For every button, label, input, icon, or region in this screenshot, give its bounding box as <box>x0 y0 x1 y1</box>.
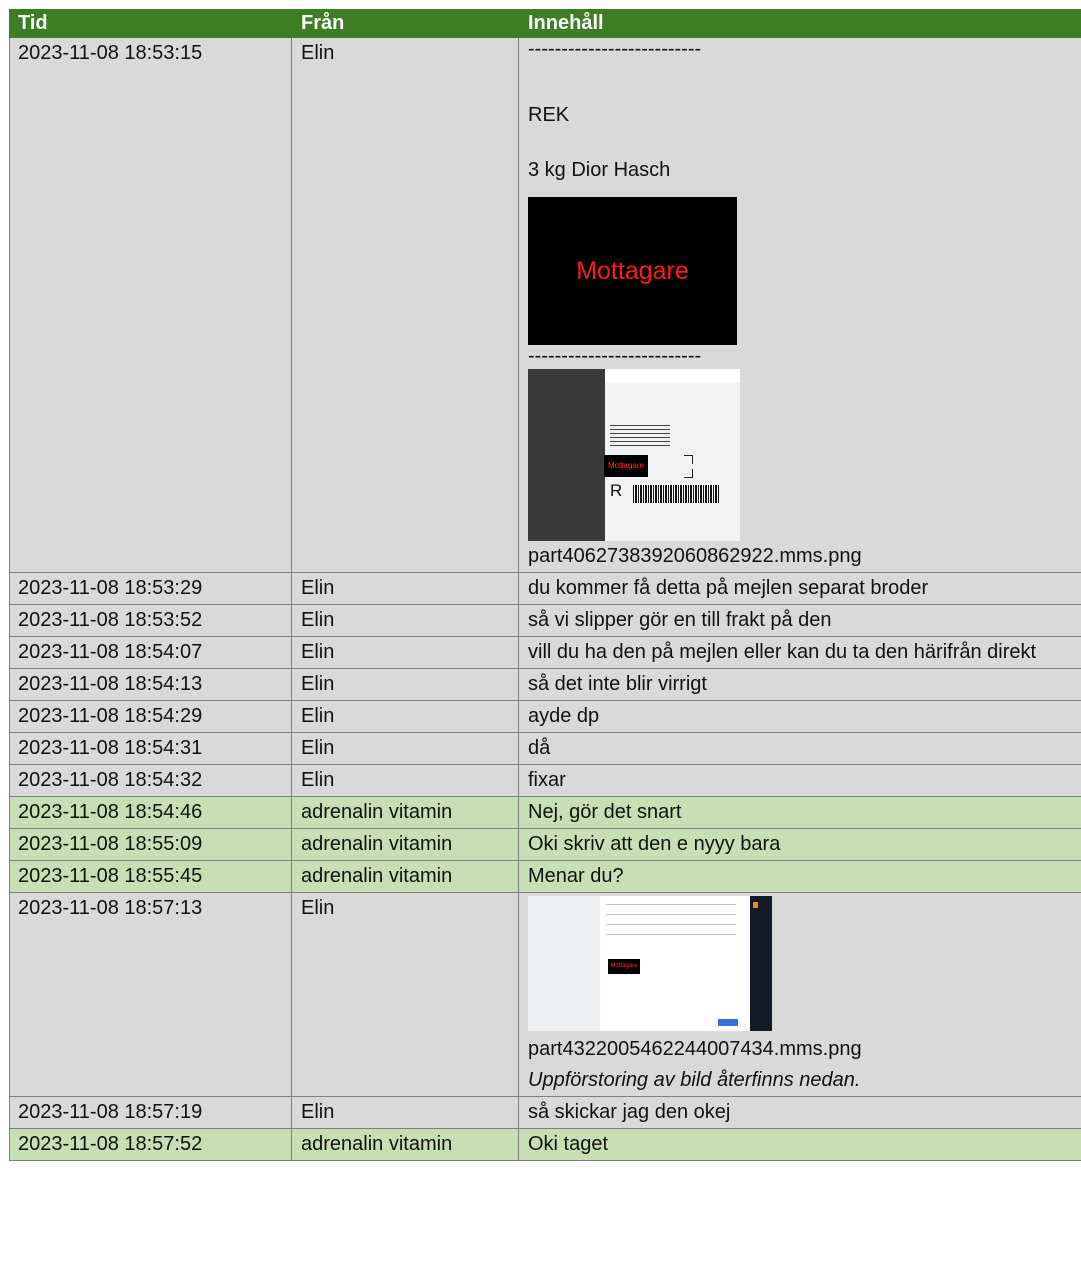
header-time: Tid <box>9 9 292 38</box>
recipient-image[interactable]: Mottagare <box>528 197 737 345</box>
content-cell: vill du ha den på mejlen eller kan du ta… <box>518 636 1081 669</box>
from-cell: Elin <box>291 700 519 733</box>
content-cell: -------------------------- REK 3 kg Dior… <box>518 37 1081 573</box>
table-row: 2023-11-08 18:57:13 Elin Mottagare part4322… <box>9 892 1081 1097</box>
barcode <box>633 485 719 503</box>
image-label: Mottagare <box>576 256 689 285</box>
time-cell: 2023-11-08 18:57:19 <box>9 1096 292 1129</box>
from-cell: Elin <box>291 37 519 573</box>
from-cell: adrenalin vitamin <box>291 796 519 829</box>
content-cell: fixar <box>518 764 1081 797</box>
time-cell: 2023-11-08 18:54:32 <box>9 764 292 797</box>
content-cell: Oki taget <box>518 1128 1081 1161</box>
table-row: 2023-11-08 18:54:32 Elin fixar <box>9 764 1081 797</box>
time-cell: 2023-11-08 18:54:29 <box>9 700 292 733</box>
from-cell: Elin <box>291 892 519 1097</box>
content-cell: så vi slipper gör en till frakt på den <box>518 604 1081 637</box>
from-cell: Elin <box>291 604 519 637</box>
from-cell: Elin <box>291 764 519 797</box>
time-cell: 2023-11-08 18:54:31 <box>9 732 292 765</box>
from-cell: Elin <box>291 572 519 605</box>
header-content: Innehåll <box>518 9 1081 38</box>
label-image-recipient: Mottagare <box>604 455 648 477</box>
table-row: 2023-11-08 18:55:09 adrenalin vitamin Oki … <box>9 828 1081 861</box>
header-from: Från <box>291 9 519 38</box>
content-cell: Nej, gör det snart <box>518 796 1081 829</box>
table-row: 2023-11-08 18:53:52 Elin så vi slipper gör… <box>9 604 1081 637</box>
time-cell: 2023-11-08 18:55:09 <box>9 828 292 861</box>
content-cell: då <box>518 732 1081 765</box>
table-row: 2023-11-08 18:57:52 adrenalin vitamin Oki … <box>9 1128 1081 1161</box>
content-cell: Menar du? <box>518 860 1081 893</box>
from-cell: adrenalin vitamin <box>291 860 519 893</box>
content-cell: du kommer få detta på mejlen separat bro… <box>518 572 1081 605</box>
time-cell: 2023-11-08 18:53:15 <box>9 37 292 573</box>
time-cell: 2023-11-08 18:57:52 <box>9 1128 292 1161</box>
time-cell: 2023-11-08 18:57:13 <box>9 892 292 1097</box>
time-cell: 2023-11-08 18:54:46 <box>9 796 292 829</box>
table-row: 2023-11-08 18:54:31 Elin då <box>9 732 1081 765</box>
from-cell: adrenalin vitamin <box>291 1128 519 1161</box>
content-cell: Mottagare part4322005462244007434.mms.png… <box>518 892 1081 1097</box>
table-row: 2023-11-08 18:54:46 adrenalin vitamin Nej,… <box>9 796 1081 829</box>
content-cell: så skickar jag den okej <box>518 1096 1081 1129</box>
table-row: 2023-11-08 18:54:07 Elin vill du ha den på… <box>9 636 1081 669</box>
table-row: 2023-11-08 18:54:29 Elin ayde dp <box>9 700 1081 733</box>
attachment-filename[interactable]: part4062738392060862922.mms.png <box>528 541 1081 572</box>
table-row: 2023-11-08 18:53:15 Elin ---------------… <box>9 37 1081 573</box>
message-table: Tid Från Innehåll 2023-11-08 18:53:15 El… <box>9 9 1081 1161</box>
time-cell: 2023-11-08 18:55:45 <box>9 860 292 893</box>
from-cell: Elin <box>291 732 519 765</box>
table-row: 2023-11-08 18:53:29 Elin du kommer få dett… <box>9 572 1081 605</box>
content-cell: så det inte blir virrigt <box>518 668 1081 701</box>
time-cell: 2023-11-08 18:53:52 <box>9 604 292 637</box>
screenshot-image-label: Mottagare <box>608 959 640 974</box>
table-row: 2023-11-08 18:55:45 adrenalin vitamin Mena… <box>9 860 1081 893</box>
from-cell: Elin <box>291 636 519 669</box>
from-cell: Elin <box>291 668 519 701</box>
dash-separator: -------------------------- <box>528 38 702 60</box>
time-cell: 2023-11-08 18:53:29 <box>9 572 292 605</box>
shipping-label-image[interactable]: Mottagare R <box>528 369 740 541</box>
message-text: REK <box>528 104 570 126</box>
screenshot-image[interactable]: Mottagare <box>528 896 772 1031</box>
from-cell: adrenalin vitamin <box>291 828 519 861</box>
dash-separator: -------------------------- <box>528 345 702 367</box>
table-row: 2023-11-08 18:57:19 Elin så skickar jag de… <box>9 1096 1081 1129</box>
content-cell: Oki skriv att den e nyyy bara <box>518 828 1081 861</box>
table-row: 2023-11-08 18:54:13 Elin så det inte blir … <box>9 668 1081 701</box>
label-image-letter: R <box>610 481 623 500</box>
time-cell: 2023-11-08 18:54:13 <box>9 668 292 701</box>
content-cell: ayde dp <box>518 700 1081 733</box>
enlargement-note: Uppförstoring av bild återfinns nedan. <box>528 1069 861 1091</box>
from-cell: Elin <box>291 1096 519 1129</box>
attachment-filename[interactable]: part4322005462244007434.mms.png <box>528 1034 1081 1065</box>
header-row: Tid Från Innehåll <box>9 9 1081 38</box>
message-text: 3 kg Dior Hasch <box>528 159 671 181</box>
time-cell: 2023-11-08 18:54:07 <box>9 636 292 669</box>
